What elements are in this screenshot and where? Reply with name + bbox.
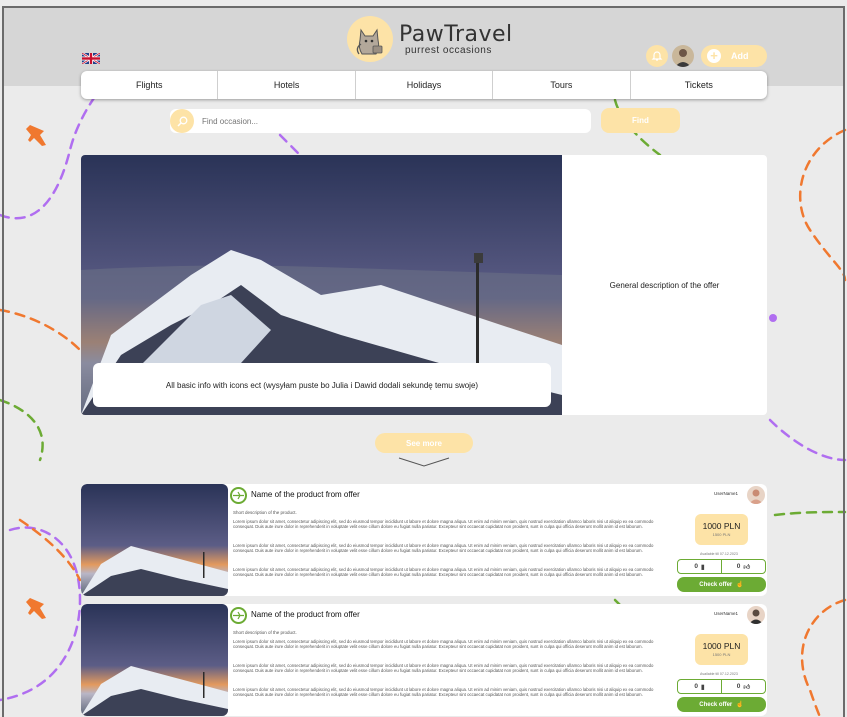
offer-card[interactable]: Name of the product from offer Short des… (81, 604, 767, 716)
add-button[interactable]: + Add (701, 45, 767, 67)
offer-old-price: 1500 PLN (712, 532, 731, 537)
see-more-button[interactable]: See more (375, 433, 473, 453)
offer-price: 1000 PLN (702, 641, 741, 651)
uk-flag-icon[interactable] (82, 53, 100, 64)
check-offer-button[interactable]: Check offer ☝ (677, 577, 766, 592)
offer-description-paragraph: Lorem ipsum dolor sit amet, consectetur … (233, 543, 654, 554)
find-button[interactable]: Find (601, 108, 680, 133)
comment-icon: ▮ (701, 563, 705, 571)
offer-old-price: 1500 PLN (712, 652, 731, 657)
likes-count[interactable]: 0 👍︎ (722, 680, 765, 693)
nav-item-tickets[interactable]: Tickets (631, 71, 767, 99)
thumbs-up-icon: 👍︎ (743, 563, 751, 571)
plus-icon: + (707, 49, 721, 63)
featured-offer[interactable]: General description of the offer All bas… (81, 155, 767, 415)
likes-count[interactable]: 0 👍︎ (722, 560, 765, 573)
offer-stats: 0 ▮ 0 👍︎ (677, 679, 766, 694)
check-offer-label: Check offer (699, 581, 733, 588)
offer-description-paragraph: Lorem ipsum dolor sit amet, consectetur … (233, 663, 654, 674)
cat-logo-icon (347, 16, 393, 62)
offer-price-box: 1000 PLN 1500 PLN (695, 634, 748, 665)
check-offer-button[interactable]: Check offer ☝ (677, 697, 766, 712)
search-bar (170, 109, 591, 133)
offer-description-paragraph: Lorem ipsum dolor sit amet, consectetur … (233, 639, 654, 650)
chevron-down-icon[interactable] (398, 456, 450, 468)
offer-description-paragraph: Lorem ipsum dolor sit amet, consectetur … (233, 687, 654, 698)
offer-short-description: Short description of the product. (233, 510, 297, 515)
comments-count-value: 0 (694, 683, 699, 690)
pointer-hand-icon: ☝ (736, 702, 744, 708)
offer-availability: Available till 07.12.2023 (700, 552, 738, 556)
pointer-hand-icon: ☝ (736, 582, 744, 588)
nav-item-flights[interactable]: Flights (81, 71, 219, 99)
offer-basic-info: All basic info with icons ect (wysyłam p… (93, 363, 551, 407)
search-input[interactable] (202, 116, 562, 126)
likes-count-value: 0 (736, 683, 741, 690)
offer-card[interactable]: Name of the product from offer Short des… (81, 484, 767, 596)
offer-general-description: General description of the offer (609, 280, 720, 290)
offer-username[interactable]: UserName1 (714, 491, 738, 496)
offer-stats: 0 ▮ 0 👍︎ (677, 559, 766, 574)
nav-item-hotels[interactable]: Hotels (218, 71, 356, 99)
offer-description-paragraph: Lorem ipsum dolor sit amet, consectetur … (233, 519, 654, 530)
comments-count-value: 0 (694, 563, 699, 570)
nav-item-holidays[interactable]: Holidays (356, 71, 494, 99)
search-icon[interactable] (170, 109, 194, 133)
likes-count-value: 0 (736, 563, 741, 570)
offer-short-description: Short description of the product. (233, 630, 297, 635)
offer-thumbnail-image (81, 484, 228, 596)
nav-item-tours[interactable]: Tours (493, 71, 631, 99)
plane-icon (230, 487, 247, 504)
plane-icon (230, 607, 247, 624)
thumbs-up-icon: 👍︎ (743, 683, 751, 691)
offer-description-paragraph: Lorem ipsum dolor sit amet, consectetur … (233, 567, 654, 578)
offer-thumbnail-image (81, 604, 228, 716)
offer-price: 1000 PLN (702, 521, 741, 531)
check-offer-label: Check offer (699, 701, 733, 708)
offer-price-box: 1000 PLN 1500 PLN (695, 514, 748, 545)
offer-title[interactable]: Name of the product from offer (251, 490, 360, 499)
main-nav: Flights Hotels Holidays Tours Tickets (81, 71, 767, 99)
comment-icon: ▮ (701, 683, 705, 691)
offer-username[interactable]: UserName1 (714, 611, 738, 616)
offer-user-avatar[interactable] (747, 486, 765, 504)
offer-title[interactable]: Name of the product from offer (251, 610, 360, 619)
brand-title: PawTravel (399, 22, 513, 47)
brand-logo[interactable]: PawTravel purrest occasions (347, 16, 513, 62)
comments-count[interactable]: 0 ▮ (678, 560, 722, 573)
offer-availability: Available till 07.12.2023 (700, 672, 738, 676)
comments-count[interactable]: 0 ▮ (678, 680, 722, 693)
notifications-bell-icon[interactable] (646, 45, 668, 67)
user-avatar[interactable] (672, 45, 694, 67)
add-button-label: Add (731, 51, 749, 61)
offer-user-avatar[interactable] (747, 606, 765, 624)
